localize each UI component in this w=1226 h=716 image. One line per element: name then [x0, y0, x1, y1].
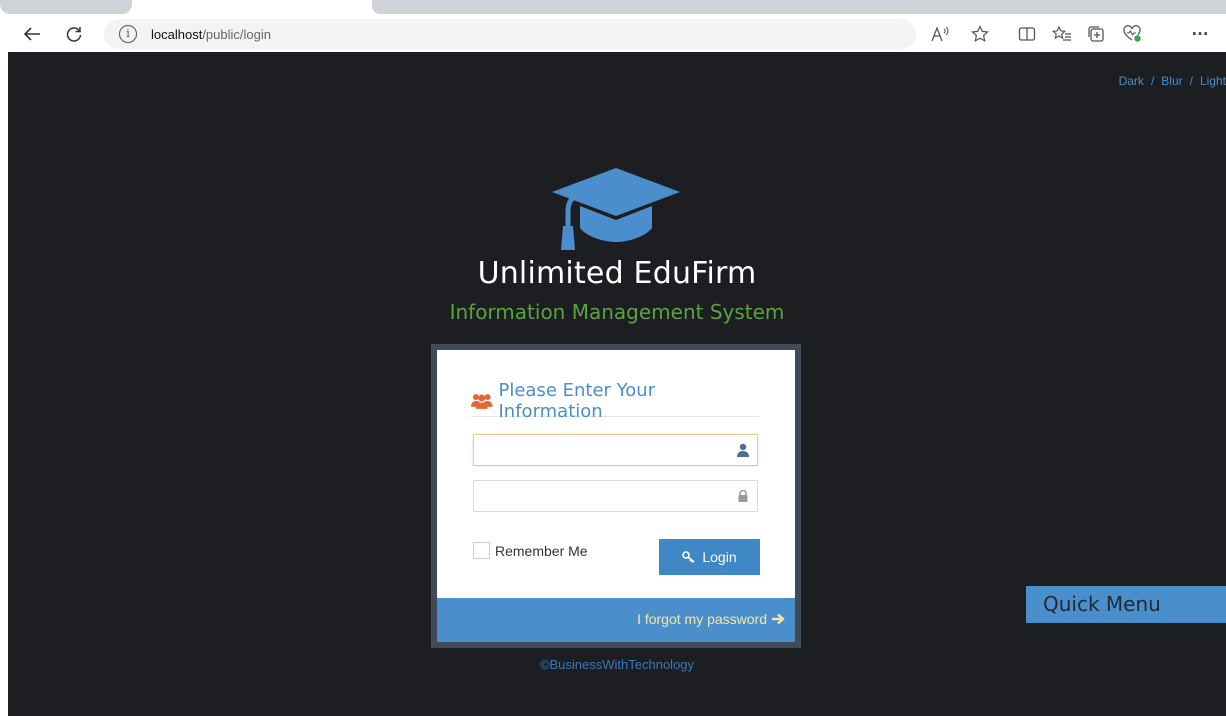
login-heading-text: Please Enter Your Information	[498, 380, 656, 422]
site-info-icon[interactable]: i	[119, 25, 137, 43]
lock-icon	[738, 489, 748, 502]
url-host: localhost	[151, 26, 203, 42]
login-box: Please Enter Your Information Remember M	[431, 344, 801, 648]
refresh-icon[interactable]	[60, 20, 88, 48]
read-aloud-icon[interactable]	[928, 22, 952, 46]
user-icon	[737, 443, 749, 457]
login-heading: Please Enter Your Information	[471, 380, 759, 422]
username-field[interactable]	[473, 434, 758, 466]
users-icon	[471, 394, 493, 409]
theme-separator: /	[1150, 74, 1155, 88]
password-field[interactable]	[473, 480, 758, 512]
quick-menu-button[interactable]: Quick Menu	[1026, 586, 1226, 623]
remember-me-label[interactable]: Remember Me	[495, 543, 588, 559]
theme-blur-link[interactable]: Blur	[1161, 74, 1182, 88]
remember-me[interactable]: Remember Me	[473, 542, 588, 559]
theme-separator: /	[1189, 74, 1193, 88]
more-menu-icon[interactable]: ···	[1188, 22, 1212, 46]
username-input[interactable]	[480, 436, 734, 466]
arrow-right-icon	[772, 613, 785, 625]
theme-switcher: Dark / Blur / Light	[1119, 74, 1226, 88]
forgot-password-link[interactable]: I forgot my password	[637, 611, 785, 627]
back-arrow-icon[interactable]	[18, 20, 46, 48]
theme-dark-link[interactable]: Dark	[1119, 74, 1144, 88]
browser-tab[interactable]	[0, 0, 132, 14]
copyright: ©BusinessWithTechnology	[539, 657, 695, 672]
split-screen-icon[interactable]	[1015, 22, 1039, 46]
app-title: Unlimited EduFirm	[477, 256, 757, 291]
login-form: Please Enter Your Information Remember M	[437, 350, 795, 598]
url-path: /public/login	[202, 26, 271, 42]
login-button-label: Login	[702, 549, 737, 565]
password-input[interactable]	[480, 482, 734, 512]
browser-tab-strip-background	[372, 0, 1226, 14]
browser-toolbar: i localhost/public/login ···	[0, 16, 1226, 52]
key-icon	[682, 551, 695, 563]
favorites-list-icon[interactable]	[1050, 22, 1074, 46]
remember-me-checkbox[interactable]	[473, 542, 490, 559]
collections-icon[interactable]	[1084, 22, 1108, 46]
forgot-password-label[interactable]: I forgot my password	[637, 611, 767, 627]
address-bar[interactable]: i localhost/public/login	[104, 19, 916, 49]
browser-tab-strip	[0, 0, 1226, 16]
browser-essentials-icon[interactable]	[1120, 22, 1144, 46]
forgot-password-bar: I forgot my password	[437, 598, 795, 642]
login-button[interactable]: Login	[659, 539, 760, 575]
theme-light-link[interactable]: Light	[1200, 74, 1226, 88]
url-text: localhost/public/login	[151, 27, 271, 42]
app-subtitle: Information Management System	[449, 300, 785, 324]
graduation-cap-icon	[552, 168, 680, 250]
favorite-star-icon[interactable]	[968, 22, 992, 46]
login-page: Dark / Blur / Light Unlimited EduFirm Inform…	[8, 52, 1226, 716]
